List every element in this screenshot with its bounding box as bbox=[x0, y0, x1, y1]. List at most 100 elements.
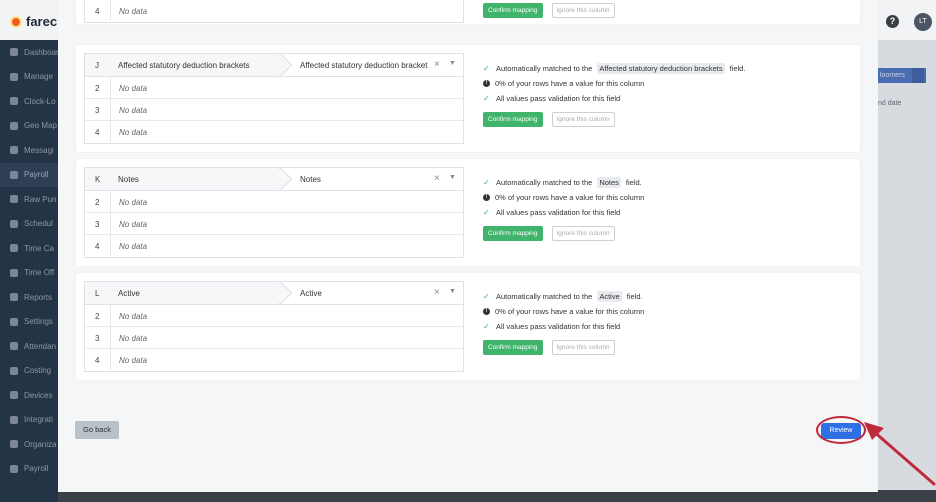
source-column-name: Active bbox=[118, 289, 140, 298]
column-mapping-modal: 4 No data Confirm mapping Ignore this co… bbox=[58, 0, 878, 492]
avatar[interactable]: LT bbox=[914, 13, 932, 31]
row-number: 4 bbox=[95, 242, 100, 251]
row-value: No data bbox=[119, 128, 148, 137]
timecard-icon bbox=[10, 244, 18, 253]
row-value: No data bbox=[119, 106, 148, 115]
sidebar-item[interactable]: Manage bbox=[0, 65, 58, 90]
check-icon: ✓ bbox=[483, 208, 490, 217]
chevron-down-icon[interactable]: ▼ bbox=[449, 174, 456, 181]
sidebar-item-label: Manage bbox=[24, 72, 53, 82]
target-field-select[interactable]: Notes bbox=[300, 175, 438, 184]
ignore-column-button[interactable]: Ignore this column bbox=[551, 340, 615, 355]
user-icon bbox=[10, 72, 18, 81]
sidebar-item-label: Messagi bbox=[24, 145, 54, 155]
sidebar-item-label: Raw Pun bbox=[24, 194, 57, 204]
row-number: 2 bbox=[95, 312, 100, 321]
close-icon[interactable]: × bbox=[434, 59, 440, 70]
confirm-mapping-button[interactable]: Confirm mapping bbox=[483, 112, 543, 127]
organization-icon bbox=[10, 440, 18, 449]
table-row: 2 No data bbox=[85, 191, 463, 213]
sidebar-item-label: Clock-Lo bbox=[24, 96, 56, 106]
go-back-button[interactable]: Go back bbox=[75, 421, 119, 439]
sidebar-item[interactable]: Payroll bbox=[0, 457, 58, 482]
check-icon: ✓ bbox=[483, 292, 490, 301]
row-value: No data bbox=[119, 242, 148, 251]
close-icon[interactable]: × bbox=[434, 287, 440, 298]
sidebar-item[interactable]: Devices bbox=[0, 383, 58, 408]
sidebar-item[interactable]: Integrati bbox=[0, 408, 58, 433]
sidebar-item[interactable]: Schedul bbox=[0, 212, 58, 237]
sidebar-item-label: Geo Map bbox=[24, 121, 57, 131]
ignore-column-button[interactable]: Ignore this column bbox=[551, 3, 615, 18]
check-icon: ✓ bbox=[483, 178, 490, 187]
sidebar-item[interactable]: Reports bbox=[0, 285, 58, 310]
devices-icon bbox=[10, 391, 18, 400]
timeoff-icon bbox=[10, 268, 18, 277]
sidebar-item-label: Reports bbox=[24, 292, 53, 302]
ignore-column-button[interactable]: Ignore this column bbox=[551, 112, 615, 127]
sidebar-item[interactable]: Raw Pun bbox=[0, 187, 58, 212]
sidebar-item-label: Costing bbox=[24, 366, 52, 376]
matched-field-tag: Affected statutory deduction brackets bbox=[597, 63, 725, 74]
help-icon[interactable]: ? bbox=[886, 15, 899, 28]
sidebar-item[interactable]: Clock-Lo bbox=[0, 89, 58, 114]
row-number: 2 bbox=[95, 84, 100, 93]
info-icon: ! bbox=[483, 80, 490, 87]
source-column-name: Affected statutory deduction brackets bbox=[118, 61, 250, 70]
mapping-card: J Affected statutory deduction brackets Af… bbox=[76, 45, 860, 152]
confirm-mapping-button[interactable]: Confirm mapping bbox=[483, 226, 543, 241]
payroll-icon bbox=[10, 170, 18, 179]
app-logo[interactable]: farecl bbox=[10, 14, 61, 29]
row-number: 3 bbox=[95, 220, 100, 229]
chevron-down-icon[interactable]: ▼ bbox=[449, 288, 456, 295]
reports-icon bbox=[10, 293, 18, 302]
sidebar-item[interactable]: Messagi bbox=[0, 138, 58, 163]
sidebar-item[interactable]: Settings bbox=[0, 310, 58, 335]
schedule-icon bbox=[10, 219, 18, 228]
chevron-down-icon[interactable]: ▼ bbox=[449, 60, 456, 67]
attendance-icon bbox=[10, 342, 18, 351]
sidebar-item-label: Payroll bbox=[24, 170, 49, 180]
message-icon bbox=[10, 146, 18, 155]
chevron-down-icon[interactable] bbox=[912, 68, 924, 83]
sidebar-item[interactable]: Organiza bbox=[0, 432, 58, 457]
sidebar-item[interactable]: Geo Map bbox=[0, 114, 58, 139]
info-icon: ! bbox=[483, 308, 490, 315]
close-icon[interactable]: × bbox=[434, 173, 440, 184]
table-row: 4 No data bbox=[85, 0, 463, 22]
table-row: 4 No data bbox=[85, 121, 463, 143]
table-row: 3 No data bbox=[85, 327, 463, 349]
row-value: No data bbox=[119, 356, 148, 365]
app-sidebar: Dashboard Manage Clock-Lo Geo Map Messagi Pay… bbox=[0, 40, 58, 502]
check-icon: ✓ bbox=[483, 94, 490, 103]
sidebar-item[interactable]: Payroll bbox=[0, 162, 58, 187]
sidebar-item[interactable]: Time Off bbox=[0, 261, 58, 286]
column-letter: L bbox=[95, 289, 100, 298]
source-column-name: Notes bbox=[118, 175, 139, 184]
sidebar-item[interactable]: Costing bbox=[0, 359, 58, 384]
payroll-icon bbox=[10, 464, 18, 473]
column-preview-table: J Affected statutory deduction brackets Af… bbox=[84, 53, 464, 144]
column-header-row: L Active Active × ▼ bbox=[85, 281, 463, 305]
target-field-select[interactable]: Affected statutory deduction bracket bbox=[300, 61, 438, 70]
ignore-column-button[interactable]: Ignore this column bbox=[551, 226, 615, 241]
brand-name: farecl bbox=[26, 14, 61, 29]
sidebar-item[interactable]: Dashboard bbox=[0, 40, 58, 65]
column-letter: K bbox=[95, 175, 101, 184]
row-value: No data bbox=[119, 220, 148, 229]
confirm-mapping-button[interactable]: Confirm mapping bbox=[483, 340, 543, 355]
map-icon bbox=[10, 121, 18, 130]
sidebar-item[interactable]: Time Ca bbox=[0, 236, 58, 261]
row-number: 4 bbox=[95, 356, 100, 365]
sidebar-item[interactable]: Attendan bbox=[0, 334, 58, 359]
row-number: 2 bbox=[95, 198, 100, 207]
check-icon: ✓ bbox=[483, 64, 490, 73]
row-number: 3 bbox=[95, 334, 100, 343]
sidebar-item-label: Organiza bbox=[24, 439, 57, 449]
confirm-mapping-button[interactable]: Confirm mapping bbox=[483, 3, 543, 18]
mapping-status: ✓ Automatically matched to the Notes field.… bbox=[483, 175, 644, 241]
row-value: No data bbox=[119, 334, 148, 343]
integration-icon bbox=[10, 415, 18, 424]
row-value: No data bbox=[119, 312, 148, 321]
target-field-select[interactable]: Active bbox=[300, 289, 438, 298]
